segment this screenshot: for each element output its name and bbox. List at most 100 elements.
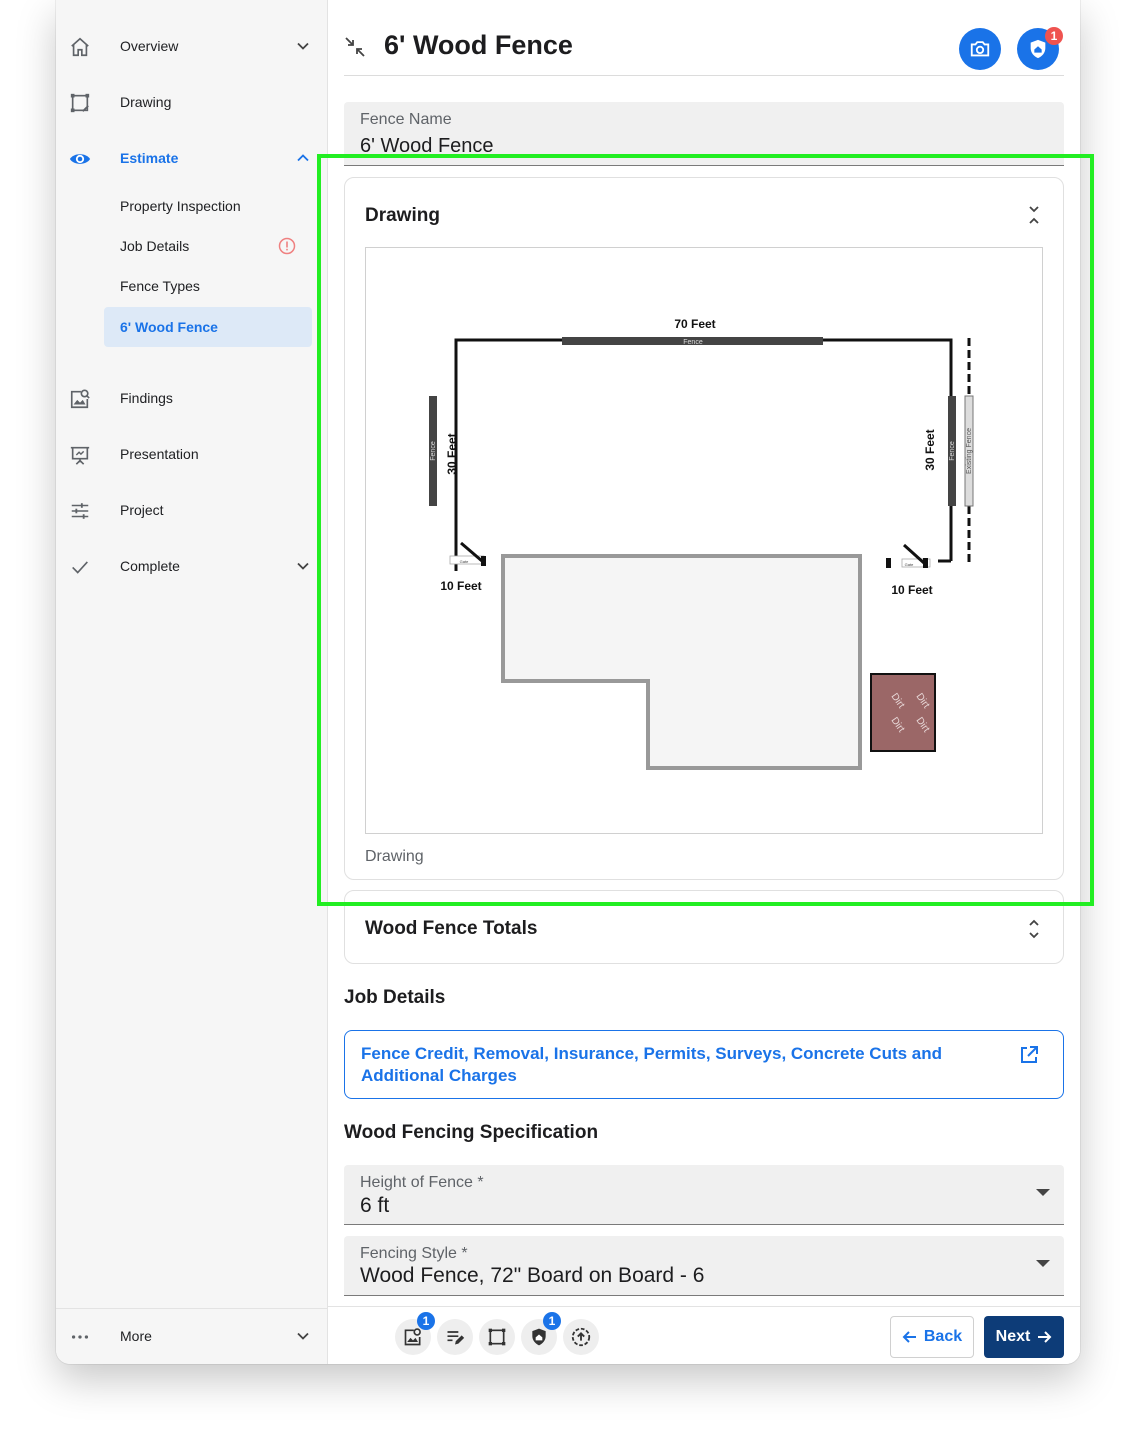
sidebar-item-complete[interactable]: Complete xyxy=(56,546,328,586)
sidebar-item-label: Drawing xyxy=(120,94,172,110)
camera-icon xyxy=(970,41,990,57)
sidebar-subitem-label: Property Inspection xyxy=(120,198,241,214)
drawing-caption: Drawing xyxy=(365,848,424,865)
collapse-arrows-icon[interactable] xyxy=(344,36,366,58)
chevron-down-icon[interactable] xyxy=(296,39,310,53)
arrow-right-icon xyxy=(1038,1331,1052,1343)
inspection-button[interactable]: 1 xyxy=(1017,27,1063,70)
sidebar-item-label: Project xyxy=(120,502,164,518)
segment-label: Existing Fence xyxy=(966,428,973,474)
chevron-down-icon[interactable] xyxy=(296,559,310,573)
gate-label: Gate xyxy=(905,562,914,567)
back-button[interactable]: Back xyxy=(890,1316,974,1358)
presentation-icon xyxy=(70,446,90,465)
sidebar-subitem-wood-fence[interactable]: 6' Wood Fence xyxy=(104,307,312,347)
length-label-right: 30 Feet xyxy=(923,429,937,470)
external-link-icon xyxy=(1021,1046,1038,1063)
inspection-tool-button[interactable]: 1 xyxy=(521,1312,561,1355)
shield-home-icon xyxy=(1030,39,1046,59)
sidebar-item-label: Findings xyxy=(120,390,173,406)
findings-tool-button[interactable]: 1 xyxy=(395,1312,435,1355)
gate-label: Gate xyxy=(460,559,469,564)
expand-chevrons-icon[interactable] xyxy=(1027,918,1041,940)
more-horizontal-icon xyxy=(71,1335,89,1339)
sidebar-item-label: More xyxy=(120,1328,152,1344)
height-of-fence-select[interactable]: Height of Fence * 6 ft xyxy=(344,1165,1064,1225)
fence-plan-drawing: Fence 70 Feet Fence 30 Feet Fence 30 Fee… xyxy=(429,317,974,770)
additional-charges-link[interactable]: Fence Credit, Removal, Insurance, Permit… xyxy=(344,1030,1064,1099)
sliders-icon xyxy=(71,503,89,519)
sidebar-item-findings[interactable]: Findings xyxy=(56,378,328,418)
drawing-icon xyxy=(488,1328,506,1346)
sidebar-subitem-job-details[interactable]: Job Details xyxy=(104,226,312,266)
sidebar-item-more[interactable]: More xyxy=(56,1316,328,1356)
alert-circle-icon xyxy=(278,237,296,255)
sidebar-subitem-label: 6' Wood Fence xyxy=(120,319,218,335)
drawing-tool-button[interactable] xyxy=(479,1319,515,1355)
sidebar-item-overview[interactable]: Overview xyxy=(56,26,328,66)
back-label: Back xyxy=(923,1328,963,1345)
card-title: Wood Fence Totals xyxy=(365,918,538,939)
dirt-area[interactable]: Dirt Dirt Dirt Dirt xyxy=(870,673,936,752)
sidebar-item-estimate[interactable]: Estimate xyxy=(56,138,328,178)
header-divider xyxy=(344,75,1064,76)
dropdown-arrow-icon xyxy=(1036,1189,1050,1196)
main-content: 6' Wood Fence 1 Fence Name 6' Wood Fence… xyxy=(328,0,1080,1364)
fence-drawing-canvas[interactable]: Fence 70 Feet Fence 30 Feet Fence 30 Fee… xyxy=(365,247,1043,834)
sidebar-divider xyxy=(56,1308,328,1309)
card-title: Drawing xyxy=(365,205,440,226)
sidebar-subitem-fence-types[interactable]: Fence Types xyxy=(104,266,312,306)
chevron-down-icon[interactable] xyxy=(296,1329,310,1343)
dropdown-arrow-icon xyxy=(1036,1260,1050,1267)
field-value: 6 ft xyxy=(360,1194,390,1217)
drawing-icon xyxy=(70,93,90,113)
job-details-heading: Job Details xyxy=(344,987,446,1008)
segment-label: Fence xyxy=(683,339,703,346)
shield-home-icon xyxy=(532,1328,546,1346)
inspection-badge: 1 xyxy=(543,1312,561,1330)
bottom-toolbar: 1 1 Back Next xyxy=(328,1306,1080,1364)
app-window: Overview Drawing Estimate Property Inspe… xyxy=(56,0,1080,1364)
next-label: Next xyxy=(995,1328,1031,1345)
eye-icon xyxy=(69,154,91,164)
sidebar-subitem-property-inspection[interactable]: Property Inspection xyxy=(104,186,312,226)
next-button[interactable]: Next xyxy=(984,1316,1064,1358)
gate-right[interactable]: Gate xyxy=(886,543,931,568)
fence-name-field[interactable]: Fence Name 6' Wood Fence xyxy=(344,102,1064,166)
collapse-chevrons-icon[interactable] xyxy=(1027,204,1041,226)
sidebar-item-presentation[interactable]: Presentation xyxy=(56,434,328,474)
check-icon xyxy=(72,561,88,574)
fencing-style-select[interactable]: Fencing Style * Wood Fence, 72" Board on… xyxy=(344,1236,1064,1296)
sync-tool-button[interactable] xyxy=(563,1319,599,1355)
chevron-up-icon[interactable] xyxy=(296,151,310,165)
length-label-right-gate: 10 Feet xyxy=(891,583,932,597)
arrow-left-icon xyxy=(902,1331,916,1343)
sidebar-item-project[interactable]: Project xyxy=(56,490,328,530)
link-text: Fence Credit, Removal, Insurance, Permit… xyxy=(361,1044,943,1085)
field-label: Fence Name xyxy=(360,111,452,128)
sidebar-subitem-label: Job Details xyxy=(120,238,190,254)
findings-badge: 1 xyxy=(417,1312,435,1330)
sidebar-item-drawing[interactable]: Drawing xyxy=(56,82,328,122)
field-value: Wood Fence, 72" Board on Board - 6 xyxy=(360,1264,705,1287)
totals-card[interactable]: Wood Fence Totals xyxy=(344,890,1064,964)
length-label-left-gate: 10 Feet xyxy=(440,579,481,593)
drawing-card: Drawing Fence 70 Feet Fence 30 Feet Fenc… xyxy=(344,177,1064,880)
camera-button[interactable] xyxy=(959,28,1001,70)
page-title: 6' Wood Fence xyxy=(384,30,573,60)
notes-edit-icon xyxy=(447,1331,465,1345)
field-value: 6' Wood Fence xyxy=(360,135,494,157)
upload-sync-icon xyxy=(571,1327,591,1347)
sidebar-subitem-label: Fence Types xyxy=(120,278,200,294)
field-label: Height of Fence * xyxy=(360,1174,484,1191)
sidebar-item-label: Overview xyxy=(120,38,179,54)
length-label-top: 70 Feet xyxy=(674,317,715,331)
length-label-left: 30 Feet xyxy=(445,433,459,474)
notes-tool-button[interactable] xyxy=(437,1319,473,1355)
segment-label: Fence xyxy=(949,441,956,461)
house-footprint[interactable] xyxy=(501,554,862,770)
fence-outline xyxy=(454,338,953,571)
specification-heading: Wood Fencing Specification xyxy=(344,1122,599,1143)
home-icon xyxy=(71,37,89,57)
sidebar-item-label: Presentation xyxy=(120,446,199,462)
